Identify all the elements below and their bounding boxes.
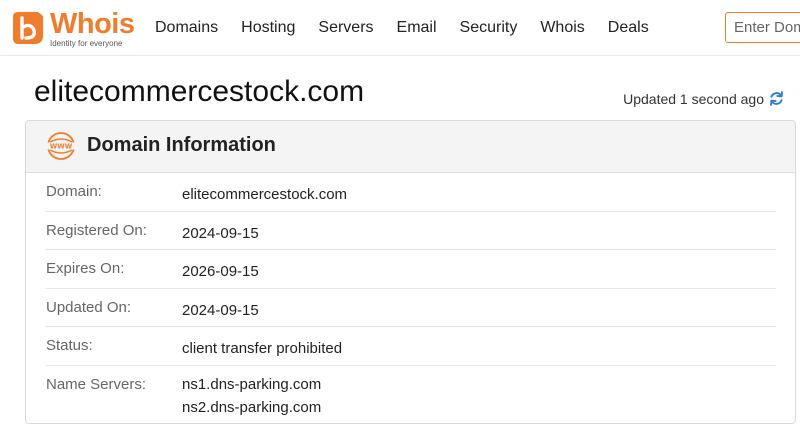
logo-wordmark: Whois — [50, 8, 135, 40]
domain-information-card: WWW Domain Information Domain: elitecomm… — [25, 120, 796, 424]
top-navigation-bar: Whois Identity for everyone Domains Host… — [0, 0, 800, 56]
row-status: Status: client transfer prohibited — [45, 327, 776, 366]
name-server-list: ns1.dns-parking.com ns2.dns-parking.com — [182, 373, 321, 419]
logo-tagline: Identity for everyone — [50, 39, 123, 48]
last-updated-text: Updated 1 second ago — [623, 90, 764, 107]
whois-logo[interactable]: Whois Identity for everyone — [8, 8, 136, 48]
row-value: 2024-09-15 — [182, 224, 259, 242]
name-server-2[interactable]: ns2.dns-parking.com — [182, 396, 321, 419]
nav-domains[interactable]: Domains — [155, 19, 218, 37]
row-label: Domain: — [46, 183, 102, 200]
nav-security[interactable]: Security — [460, 19, 518, 37]
row-value[interactable]: elitecommercestock.com — [182, 183, 347, 206]
refresh-icon[interactable] — [768, 90, 785, 107]
page-title: elitecommercestock.com — [34, 75, 365, 108]
row-value: client transfer prohibited — [182, 340, 343, 357]
nav-whois[interactable]: Whois — [540, 19, 584, 37]
row-label: Status: — [46, 337, 93, 354]
card-title: Domain Information — [87, 134, 276, 156]
nav-email[interactable]: Email — [397, 19, 437, 37]
www-globe-icon: WWW — [47, 132, 75, 160]
logo-mark-icon — [13, 12, 43, 44]
card-header: WWW Domain Information — [26, 121, 795, 173]
nav-servers[interactable]: Servers — [318, 19, 373, 37]
row-name-servers: Name Servers: ns1.dns-parking.com ns2.dn… — [45, 366, 776, 424]
name-server-1[interactable]: ns1.dns-parking.com — [182, 373, 321, 396]
row-domain: Domain: elitecommercestock.com — [45, 173, 776, 212]
nav-hosting[interactable]: Hosting — [241, 19, 295, 37]
row-expires-on: Expires On: 2026-09-15 — [45, 250, 776, 289]
domain-info-table: Domain: elitecommercestock.com Registere… — [26, 173, 795, 424]
row-label: Expires On: — [46, 260, 125, 277]
nav-deals[interactable]: Deals — [608, 19, 649, 37]
last-updated: Updated 1 second ago — [623, 90, 785, 107]
row-registered-on: Registered On: 2024-09-15 — [45, 212, 776, 250]
row-label: Updated On: — [46, 298, 132, 316]
row-value: 2026-09-15 — [182, 263, 259, 280]
svg-text:WWW: WWW — [50, 143, 73, 151]
row-value: 2024-09-15 — [182, 301, 259, 319]
main-nav: Domains Hosting Servers Email Security W… — [155, 0, 672, 56]
row-label: Name Servers: — [46, 375, 147, 393]
row-updated-on: Updated On: 2024-09-15 — [45, 289, 776, 327]
row-label: Registered On: — [46, 221, 147, 239]
domain-search-input[interactable] — [725, 12, 800, 43]
